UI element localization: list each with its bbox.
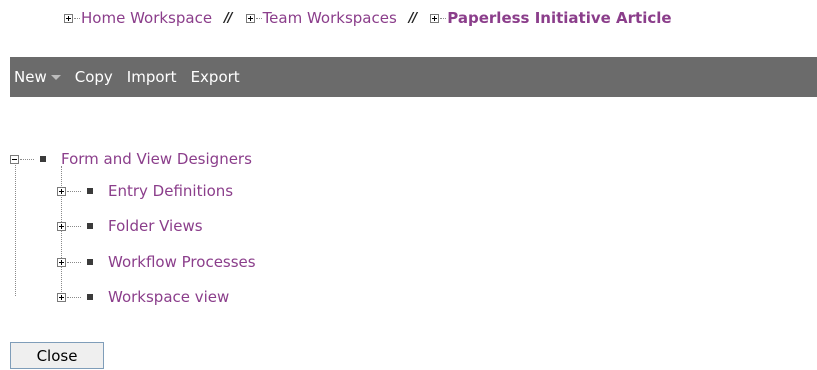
tree-connector bbox=[20, 158, 34, 160]
expand-icon[interactable] bbox=[57, 186, 66, 196]
tree-node-root: Form and View Designers bbox=[10, 150, 252, 168]
breadcrumb-separator: // bbox=[224, 10, 232, 26]
copy-button[interactable]: Copy bbox=[75, 68, 113, 86]
breadcrumb-separator: // bbox=[408, 10, 417, 26]
import-button[interactable]: Import bbox=[127, 68, 177, 86]
expand-icon[interactable] bbox=[430, 13, 440, 23]
node-icon bbox=[87, 188, 93, 194]
tree-connector bbox=[67, 261, 81, 263]
expand-icon[interactable] bbox=[245, 13, 255, 23]
expand-icon[interactable] bbox=[57, 292, 66, 302]
collapse-icon[interactable] bbox=[10, 154, 19, 164]
expand-icon[interactable] bbox=[57, 221, 66, 231]
node-icon bbox=[40, 156, 46, 162]
breadcrumb-label: Paperless Initiative Article bbox=[447, 9, 672, 27]
new-label: New bbox=[14, 68, 47, 86]
expand-icon[interactable] bbox=[57, 257, 66, 267]
breadcrumb-label: Team Workspaces bbox=[262, 9, 397, 27]
chevron-down-icon bbox=[50, 75, 61, 80]
tree-node: Folder Views bbox=[57, 217, 203, 235]
tree-node-label[interactable]: Entry Definitions bbox=[108, 182, 233, 200]
tree-node: Entry Definitions bbox=[57, 182, 233, 200]
export-button[interactable]: Export bbox=[191, 68, 240, 86]
tree-connector bbox=[74, 17, 80, 19]
expand-icon[interactable] bbox=[64, 13, 73, 23]
tree-connector bbox=[255, 17, 262, 19]
tree-connector bbox=[67, 296, 81, 298]
tree-connector bbox=[67, 225, 81, 227]
tree-node-label[interactable]: Workflow Processes bbox=[108, 253, 256, 271]
node-icon bbox=[87, 223, 93, 229]
breadcrumb-home-workspace[interactable]: Home Workspace bbox=[64, 9, 212, 27]
breadcrumb-paperless-initiative-article[interactable]: Paperless Initiative Article bbox=[430, 9, 672, 27]
close-button[interactable]: Close bbox=[10, 342, 104, 369]
tree-node: Workflow Processes bbox=[57, 253, 256, 271]
node-icon bbox=[87, 294, 93, 300]
tree-connector bbox=[67, 190, 81, 192]
tree-connector bbox=[440, 17, 447, 19]
breadcrumb-team-workspaces[interactable]: Team Workspaces bbox=[245, 9, 397, 27]
tree-node: Workspace view bbox=[57, 288, 229, 306]
new-menu-button[interactable]: New bbox=[14, 68, 61, 86]
tree-node-label[interactable]: Workspace view bbox=[108, 288, 229, 306]
node-icon bbox=[87, 259, 93, 265]
breadcrumb-label: Home Workspace bbox=[81, 9, 213, 27]
breadcrumb: Home Workspace // Team Workspaces // Pap… bbox=[64, 8, 672, 28]
toolbar: New Copy Import Export bbox=[10, 57, 817, 97]
tree-node-label[interactable]: Folder Views bbox=[108, 217, 203, 235]
tree-connector bbox=[15, 162, 16, 296]
tree-node-label[interactable]: Form and View Designers bbox=[61, 150, 252, 168]
